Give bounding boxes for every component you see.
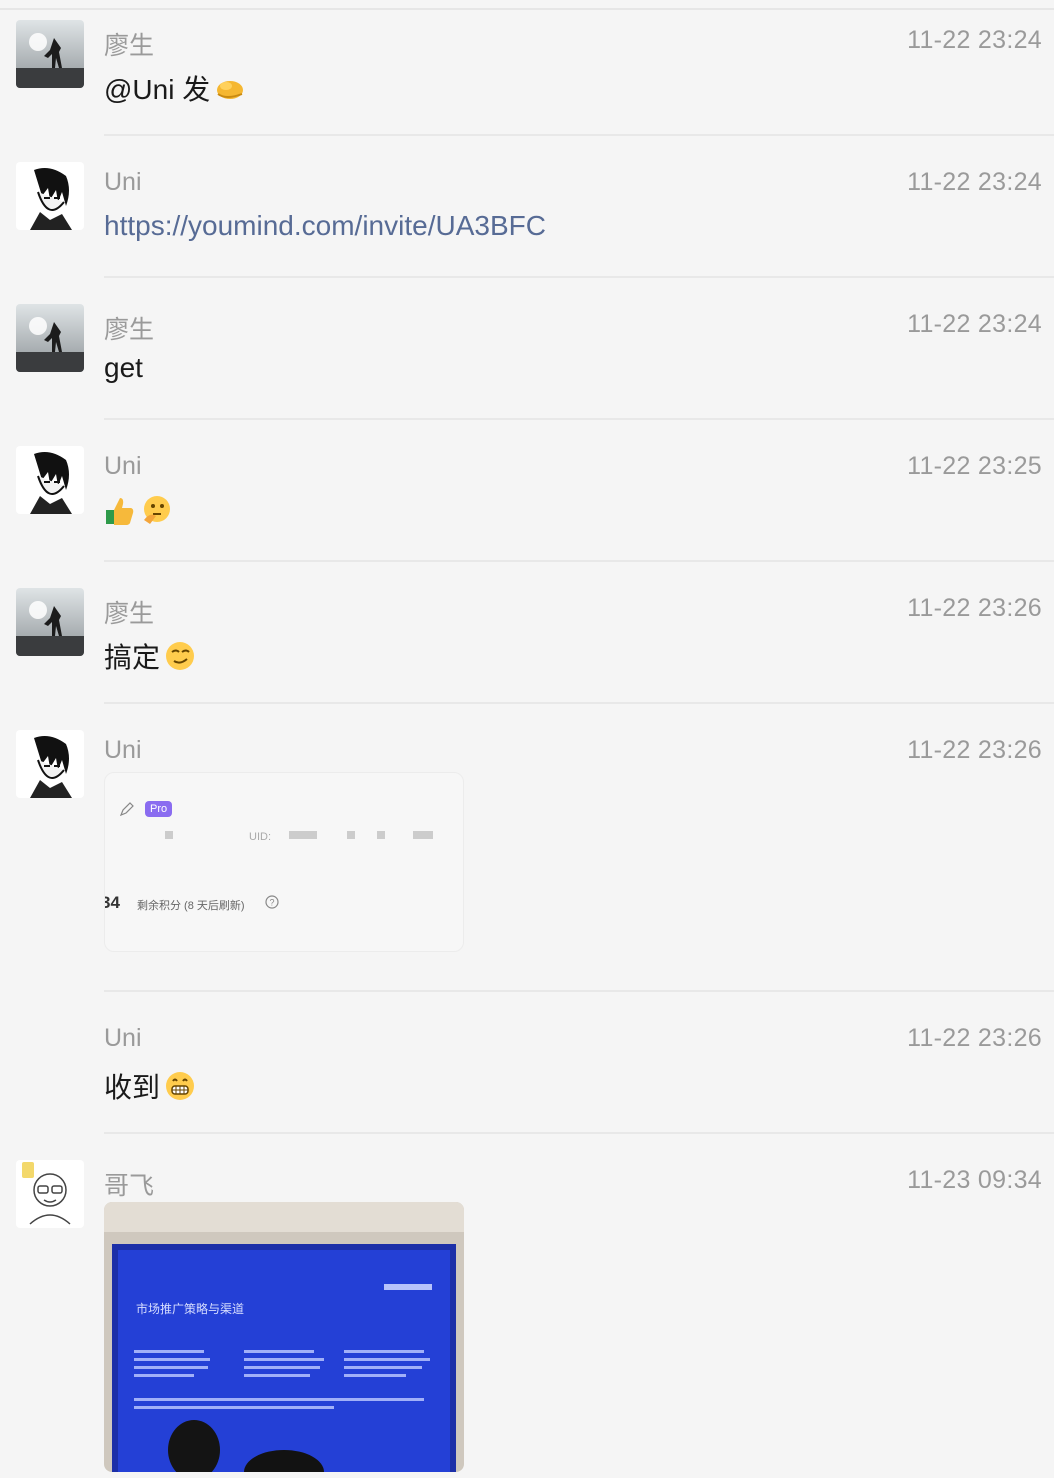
message-time: 11-22 23:24: [907, 26, 1042, 54]
redacted-info: [413, 831, 433, 839]
message-text-content: 搞定: [104, 642, 161, 673]
redacted-info: [377, 831, 385, 839]
smirk-face-icon: [164, 640, 196, 672]
invite-link[interactable]: https://youmind.com/invite/UA3BFC: [104, 210, 546, 242]
slide-title: 市场推广策略与渠道: [136, 1302, 245, 1316]
person-silhouette-avatar[interactable]: [16, 20, 84, 88]
credits-value: 34: [105, 893, 120, 912]
message-text[interactable]: get: [104, 352, 143, 384]
pro-badge: Pro: [145, 801, 173, 817]
message-divider: [104, 702, 1054, 704]
sender-name: Uni: [104, 736, 142, 764]
message-time: 11-22 23:24: [907, 168, 1042, 196]
credits-label: 剩余积分 (8 天后刷新): [137, 900, 245, 912]
sender-name: 廖生: [104, 316, 155, 344]
redacted-info: [289, 831, 317, 839]
uid-label: UID:: [249, 831, 271, 843]
message-time: 11-22 23:25: [907, 452, 1042, 480]
message-divider: [104, 1132, 1054, 1134]
message-divider: [104, 560, 1054, 562]
person-silhouette-avatar[interactable]: [16, 304, 84, 372]
message-divider: [104, 990, 1054, 992]
message-text-content: get: [104, 352, 143, 383]
chat-message: 廖生 11-22 23:26 搞定: [0, 568, 1054, 704]
thinking-face-icon: [140, 494, 172, 526]
message-time: 11-22 23:26: [907, 594, 1042, 622]
message-time: 11-22 23:24: [907, 310, 1042, 338]
message-divider: [104, 134, 1054, 136]
chat-message: 哥飞 11-23 09:34 市场推广策略与渠道: [0, 1140, 1054, 1478]
message-time: 11-23 09:34: [907, 1166, 1042, 1194]
clap-hands-icon: [214, 72, 246, 104]
message-text[interactable]: 搞定: [104, 636, 196, 676]
chat-message: Uni 11-22 23:25: [0, 426, 1054, 562]
help-icon: ?: [265, 895, 279, 914]
message-text[interactable]: [104, 494, 172, 526]
sender-name: 廖生: [104, 600, 155, 628]
person-silhouette-avatar[interactable]: [16, 588, 84, 656]
manga-character-avatar[interactable]: [16, 162, 84, 230]
chat-message: 廖生 11-22 23:24 @Uni 发: [0, 0, 1054, 136]
message-text[interactable]: 收到: [104, 1066, 196, 1106]
svg-text:?: ?: [270, 898, 275, 908]
message-text-content: @Uni 发: [104, 74, 211, 105]
chat-message: Uni 11-22 23:26 Pro UID: 34 剩余积分 (8 天后刷新…: [0, 710, 1054, 990]
screenshot-card[interactable]: Pro UID: 34 剩余积分 (8 天后刷新) ?: [104, 772, 464, 952]
thumbs-up-icon: [104, 494, 136, 526]
sender-name: Uni: [104, 168, 142, 196]
sender-name: Uni: [104, 452, 142, 480]
grin-face-icon: [164, 1070, 196, 1102]
chat-message: Uni 11-22 23:24 https://youmind.com/invi…: [0, 142, 1054, 278]
redacted-info: [347, 831, 355, 839]
message-divider: [104, 276, 1054, 278]
redacted-info: [165, 831, 173, 839]
sender-name: 廖生: [104, 32, 155, 60]
pencil-icon: [119, 801, 135, 822]
manga-character-avatar[interactable]: [16, 730, 84, 798]
message-divider: [104, 418, 1054, 420]
message-time: 11-22 23:26: [907, 736, 1042, 764]
message-text[interactable]: https://youmind.com/invite/UA3BFC: [104, 210, 546, 242]
glasses-man-avatar[interactable]: [16, 1160, 84, 1228]
sender-name: Uni: [104, 1024, 142, 1052]
chat-message: Uni 11-22 23:26 收到: [0, 998, 1054, 1134]
message-text[interactable]: @Uni 发: [104, 68, 246, 108]
message-text-content: 收到: [104, 1072, 161, 1103]
chat-message: 廖生 11-22 23:24 get: [0, 284, 1054, 420]
sender-name: 哥飞: [104, 1172, 155, 1200]
message-time: 11-22 23:26: [907, 1024, 1042, 1052]
manga-character-avatar[interactable]: [16, 446, 84, 514]
presentation-screen-photo[interactable]: 市场推广策略与渠道: [104, 1202, 464, 1472]
